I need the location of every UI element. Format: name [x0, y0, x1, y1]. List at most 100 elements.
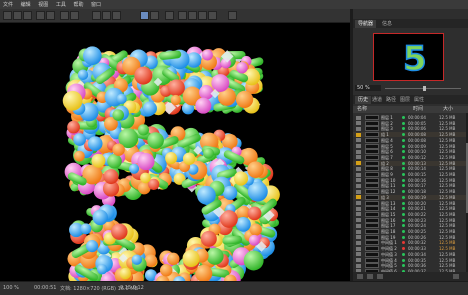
row-size: 12.5 MB	[439, 240, 456, 246]
candy-ball	[182, 249, 200, 267]
menu-tools[interactable]: 工具	[53, 0, 69, 9]
table-row[interactable]: 中间值 4 00:00:35 12.5 MB	[353, 257, 466, 263]
status-bar: 100 % 00:00:51 文档: 1280×720 (RGB) 16.0 M…	[0, 281, 468, 295]
table-row[interactable]: 图层 17 00:00:24 12.5 MB	[353, 223, 466, 229]
layer-icon	[356, 172, 361, 177]
menu-help[interactable]: 帮助	[70, 0, 86, 9]
row-size: 12.5 MB	[439, 115, 456, 120]
zoom-input[interactable]: 50 %	[355, 85, 381, 91]
crop-icon[interactable]	[60, 11, 69, 20]
snapshot-icon[interactable]	[357, 274, 363, 279]
rotate-icon[interactable]	[165, 11, 174, 20]
save-icon[interactable]	[23, 11, 32, 20]
table-row[interactable]: 图层 5 00:00:09 12.5 MB	[353, 143, 466, 149]
menu-view[interactable]: 视图	[35, 0, 51, 9]
table-row[interactable]: 图层 16 00:00:23 12.5 MB	[353, 217, 466, 223]
menu-edit[interactable]: 编辑	[18, 0, 34, 9]
close-icon[interactable]	[228, 11, 237, 20]
zoom-row: 50 %	[355, 85, 466, 92]
grid-icon[interactable]	[150, 11, 159, 20]
row-time: 00:00:13	[408, 160, 426, 166]
row-name: 组 2	[381, 160, 389, 166]
candy-ball	[195, 97, 212, 114]
table-row[interactable]: 图层 9 00:00:15 12.5 MB	[353, 172, 466, 177]
candy-ball	[222, 185, 238, 200]
table-row[interactable]: 图层 1 00:00:04 12.5 MB	[353, 115, 466, 120]
row-size: 12.5 MB	[439, 257, 456, 263]
trash-icon[interactable]	[453, 274, 459, 279]
table-row[interactable]: 组 3 00:00:19 12.5 MB	[353, 194, 466, 200]
select-icon[interactable]	[92, 11, 101, 20]
tab-properties[interactable]: 属性	[411, 96, 427, 104]
fullscreen-icon[interactable]	[208, 11, 217, 20]
menu-window[interactable]: 窗口	[88, 0, 104, 9]
table-row[interactable]: 图层 19 00:00:26 12.5 MB	[353, 234, 466, 240]
zoom-icon[interactable]	[112, 11, 121, 20]
table-row[interactable]: 图层 8 00:00:14 12.5 MB	[353, 166, 466, 172]
layer-icon	[356, 189, 361, 194]
candy-ball	[200, 230, 217, 247]
navigator-preview[interactable]: 5	[373, 33, 444, 81]
candy-ball	[170, 94, 181, 106]
transform-icon[interactable]	[188, 11, 197, 20]
table-row[interactable]: 图层 12 00:00:18 12.5 MB	[353, 189, 466, 195]
layer-icon	[356, 138, 361, 143]
candy-ball	[211, 74, 230, 92]
status-dot-icon	[402, 258, 405, 262]
table-row[interactable]: 图层 4 00:00:08 12.5 MB	[353, 137, 466, 143]
table-row[interactable]: 图层 7 00:00:12 12.5 MB	[353, 154, 466, 160]
layer-icon	[356, 252, 361, 257]
candy-ball	[137, 153, 155, 171]
candy-ball	[182, 152, 196, 165]
menu-file[interactable]: 文件	[0, 0, 16, 9]
row-thumbnail	[365, 177, 379, 183]
undo-icon[interactable]	[36, 11, 45, 20]
table-row[interactable]: 图层 3 00:00:06 12.5 MB	[353, 126, 466, 132]
table-row[interactable]: 图层 2 00:00:05 12.5 MB	[353, 120, 466, 126]
tab-info[interactable]: 信息	[379, 20, 395, 28]
canvas[interactable]	[0, 23, 350, 281]
table-row[interactable]: 图层 10 00:00:16 12.5 MB	[353, 177, 466, 183]
table-row[interactable]: 中间值 5 00:00:36 12.5 MB	[353, 263, 466, 269]
row-size: 12.5 MB	[439, 183, 456, 189]
table-row[interactable]: 图层 15 00:00:22 12.5 MB	[353, 211, 466, 217]
table-row[interactable]: 中间值 3 00:00:34 12.5 MB	[353, 251, 466, 257]
candy-ball	[235, 90, 254, 109]
new-document-icon[interactable]	[367, 274, 373, 279]
brush-icon[interactable]	[70, 11, 79, 20]
table-row[interactable]: 图层 11 00:00:17 12.5 MB	[353, 183, 466, 189]
row-name: 图层 13	[381, 200, 396, 206]
table-row[interactable]: 图层 6 00:00:10 12.5 MB	[353, 149, 466, 155]
column-name[interactable]: 名称	[357, 106, 367, 113]
row-time: 00:00:14	[408, 166, 426, 172]
table-row[interactable]: 中间值 2 00:00:33 12.5 MB	[353, 246, 466, 252]
zoom-slider[interactable]	[385, 86, 461, 91]
layer-icon	[356, 240, 361, 245]
zoom-slider-handle[interactable]	[423, 86, 426, 91]
table-row[interactable]: 组 1 00:00:08 12.5 MB	[353, 132, 466, 138]
column-size[interactable]: 大小	[443, 106, 453, 113]
status-time: 00:00:51	[34, 285, 57, 291]
column-time[interactable]: 时间	[413, 106, 423, 113]
open-icon[interactable]	[13, 11, 22, 20]
flip-icon[interactable]	[178, 11, 187, 20]
table-row[interactable]: 图层 13 00:00:20 12.5 MB	[353, 200, 466, 206]
table-row[interactable]: 图层 18 00:00:25 12.5 MB	[353, 229, 466, 234]
table-row[interactable]: 中间值 1 00:00:32 12.5 MB	[353, 240, 466, 246]
tab-navigator[interactable]: 导航器	[355, 20, 377, 28]
redo-icon[interactable]	[46, 11, 55, 20]
new-icon[interactable]	[3, 11, 12, 20]
hand-icon[interactable]	[140, 11, 149, 20]
artwork-number-five	[62, 46, 280, 281]
row-size: 12.5 MB	[439, 137, 456, 143]
folder-icon[interactable]	[377, 274, 383, 279]
row-name: 图层 18	[381, 229, 396, 234]
table-row[interactable]: 组 2 00:00:13 12.5 MB	[353, 160, 466, 166]
fit-icon[interactable]	[198, 11, 207, 20]
move-icon[interactable]	[102, 11, 111, 20]
svg-text:5: 5	[403, 39, 427, 79]
row-size: 12.5 MB	[439, 194, 456, 200]
candy-ball	[92, 209, 108, 226]
row-time: 00:00:25	[408, 229, 426, 234]
table-row[interactable]: 图层 14 00:00:21 12.5 MB	[353, 206, 466, 212]
